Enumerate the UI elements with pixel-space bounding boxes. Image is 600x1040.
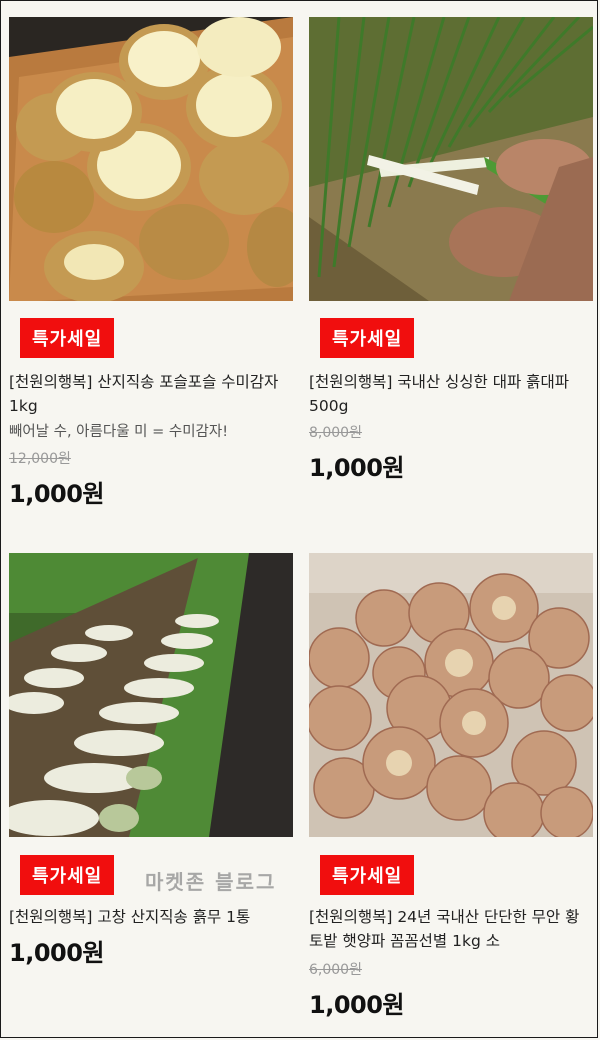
product-title[interactable]: [천원의행복] 고창 산지직송 흙무 1통: [9, 905, 293, 929]
original-price: 12,000원: [9, 451, 71, 467]
product-card-onion[interactable]: 특가세일 [천원의행복] 24년 국내산 단단한 무안 황토밭 햇양파 꼼꼼선별…: [309, 553, 593, 1023]
product-card-green-onion[interactable]: 특가세일 [천원의행복] 국내산 싱싱한 대파 흙대파 500g 8,000원 …: [309, 17, 593, 487]
sale-badge: 특가세일: [20, 855, 115, 895]
original-price: 8,000원: [309, 425, 362, 441]
sale-price: 1,000원: [309, 454, 405, 482]
onion-image[interactable]: [309, 553, 593, 837]
radish-image[interactable]: [9, 553, 293, 837]
sale-price: 1,000원: [309, 991, 405, 1019]
product-title[interactable]: [천원의행복] 국내산 싱싱한 대파 흙대파 500g: [309, 370, 593, 418]
product-title[interactable]: [천원의행복] 24년 국내산 단단한 무안 황토밭 햇양파 꼼꼼선별 1kg …: [309, 905, 593, 953]
product-card-radish[interactable]: 특가세일 [천원의행복] 고창 산지직송 흙무 1통 1,000원: [9, 553, 293, 973]
original-price: 6,000원: [309, 962, 362, 978]
green-onion-image[interactable]: [309, 17, 593, 301]
sale-badge: 특가세일: [20, 318, 115, 358]
product-description: 빼어날 수, 아름다울 미 = 수미감자!: [9, 424, 229, 440]
product-card-potato[interactable]: 특가세일 [천원의행복] 산지직송 포슬포슬 수미감자 1kg 빼어날 수, 아…: [9, 17, 293, 517]
sale-price: 1,000원: [9, 480, 105, 508]
potato-image[interactable]: [9, 17, 293, 301]
sale-badge: 특가세일: [320, 855, 415, 895]
blog-watermark: 마켓존 블로그: [145, 870, 277, 894]
product-title[interactable]: [천원의행복] 산지직송 포슬포슬 수미감자 1kg: [9, 370, 293, 418]
sale-badge: 특가세일: [320, 318, 415, 358]
sale-price: 1,000원: [9, 939, 105, 967]
